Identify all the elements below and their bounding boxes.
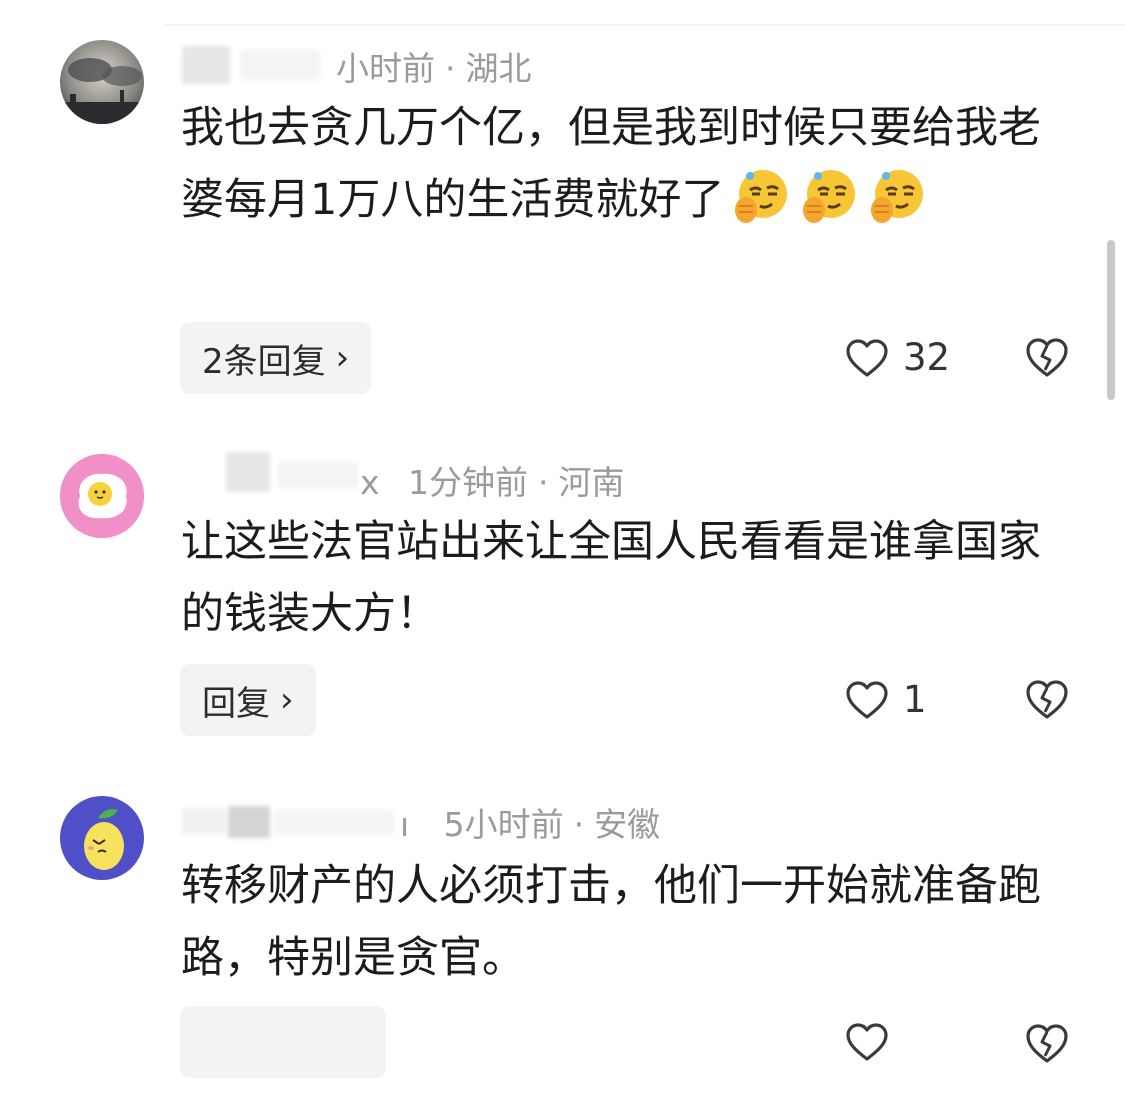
avatar[interactable] <box>60 796 144 880</box>
smirk-thumb-emoji <box>866 166 928 228</box>
heart-outline-icon <box>846 1023 888 1061</box>
meta-separator: · <box>445 49 456 88</box>
comment-time: 5小时前 <box>443 805 564 844</box>
like-count: 32 <box>903 336 951 379</box>
comment-meta: 小时前 · 湖北 <box>336 42 532 90</box>
username-redacted <box>240 50 320 80</box>
username-fragment: x <box>360 463 380 502</box>
comment-location: 河南 <box>558 463 625 502</box>
meta-separator: · <box>573 805 585 844</box>
like-button[interactable] <box>845 1022 903 1062</box>
comment-location: 安徽 <box>594 805 661 844</box>
broken-heart-icon <box>1026 680 1068 719</box>
avatar[interactable] <box>60 454 144 538</box>
like-button[interactable]: 1 <box>845 678 927 721</box>
comment-time: 小时前 <box>336 49 435 88</box>
broken-heart-icon <box>1026 338 1068 377</box>
heart-outline-icon <box>846 680 888 719</box>
top-divider <box>165 24 1125 26</box>
view-replies-button[interactable]: 2条回复 › <box>180 322 372 394</box>
like-count: 1 <box>903 678 927 721</box>
smirk-thumb-emoji <box>730 166 792 228</box>
smirk-thumb-emoji <box>798 166 860 228</box>
comment-text: 转移财产的人必须打击，他们一开始就准备跑路，特别是贪官。 <box>181 850 1081 994</box>
heart-outline-icon <box>846 338 888 377</box>
username-redacted <box>228 806 270 838</box>
username-redacted <box>226 452 270 492</box>
replies-label: 2条回复 <box>202 341 326 382</box>
dislike-button[interactable] <box>1024 336 1070 382</box>
username-redacted <box>182 46 230 84</box>
broken-heart-icon <box>1026 1024 1068 1063</box>
chevron-right-icon: › <box>280 680 294 720</box>
comment-meta: x 1分钟前 · 河南 <box>360 456 625 504</box>
avatar[interactable] <box>60 40 144 124</box>
comment-location: 湖北 <box>465 49 532 88</box>
comment-text: 我也去贪几万个亿，但是我到时候只要给我老婆每月1万八的生活费就好了 <box>181 92 1081 236</box>
like-button[interactable]: 32 <box>845 336 950 379</box>
meta-separator: · <box>538 463 549 502</box>
comment-text-content: 让这些法官站出来让全国人民看看是谁拿国家的钱装大方！ <box>181 517 1041 639</box>
scrollbar[interactable] <box>1107 240 1115 400</box>
comment-time: 1分钟前 <box>408 463 529 502</box>
username-fragment: ı <box>400 805 410 844</box>
username-redacted <box>182 808 226 834</box>
dislike-button[interactable] <box>1024 1022 1070 1068</box>
username-redacted <box>274 810 394 834</box>
reply-button[interactable]: 回复 › <box>180 664 316 736</box>
reply-label: 回复 <box>202 683 270 724</box>
comment-text-content: 转移财产的人必须打击，他们一开始就准备跑路，特别是贪官。 <box>181 861 1041 983</box>
comment-meta: ı 5小时前 · 安徽 <box>400 798 660 846</box>
username-redacted <box>278 462 358 488</box>
reply-button[interactable] <box>180 1006 386 1078</box>
dislike-button[interactable] <box>1024 678 1070 724</box>
chevron-right-icon: › <box>335 338 350 378</box>
comment-text: 让这些法官站出来让全国人民看看是谁拿国家的钱装大方！ <box>181 506 1081 650</box>
